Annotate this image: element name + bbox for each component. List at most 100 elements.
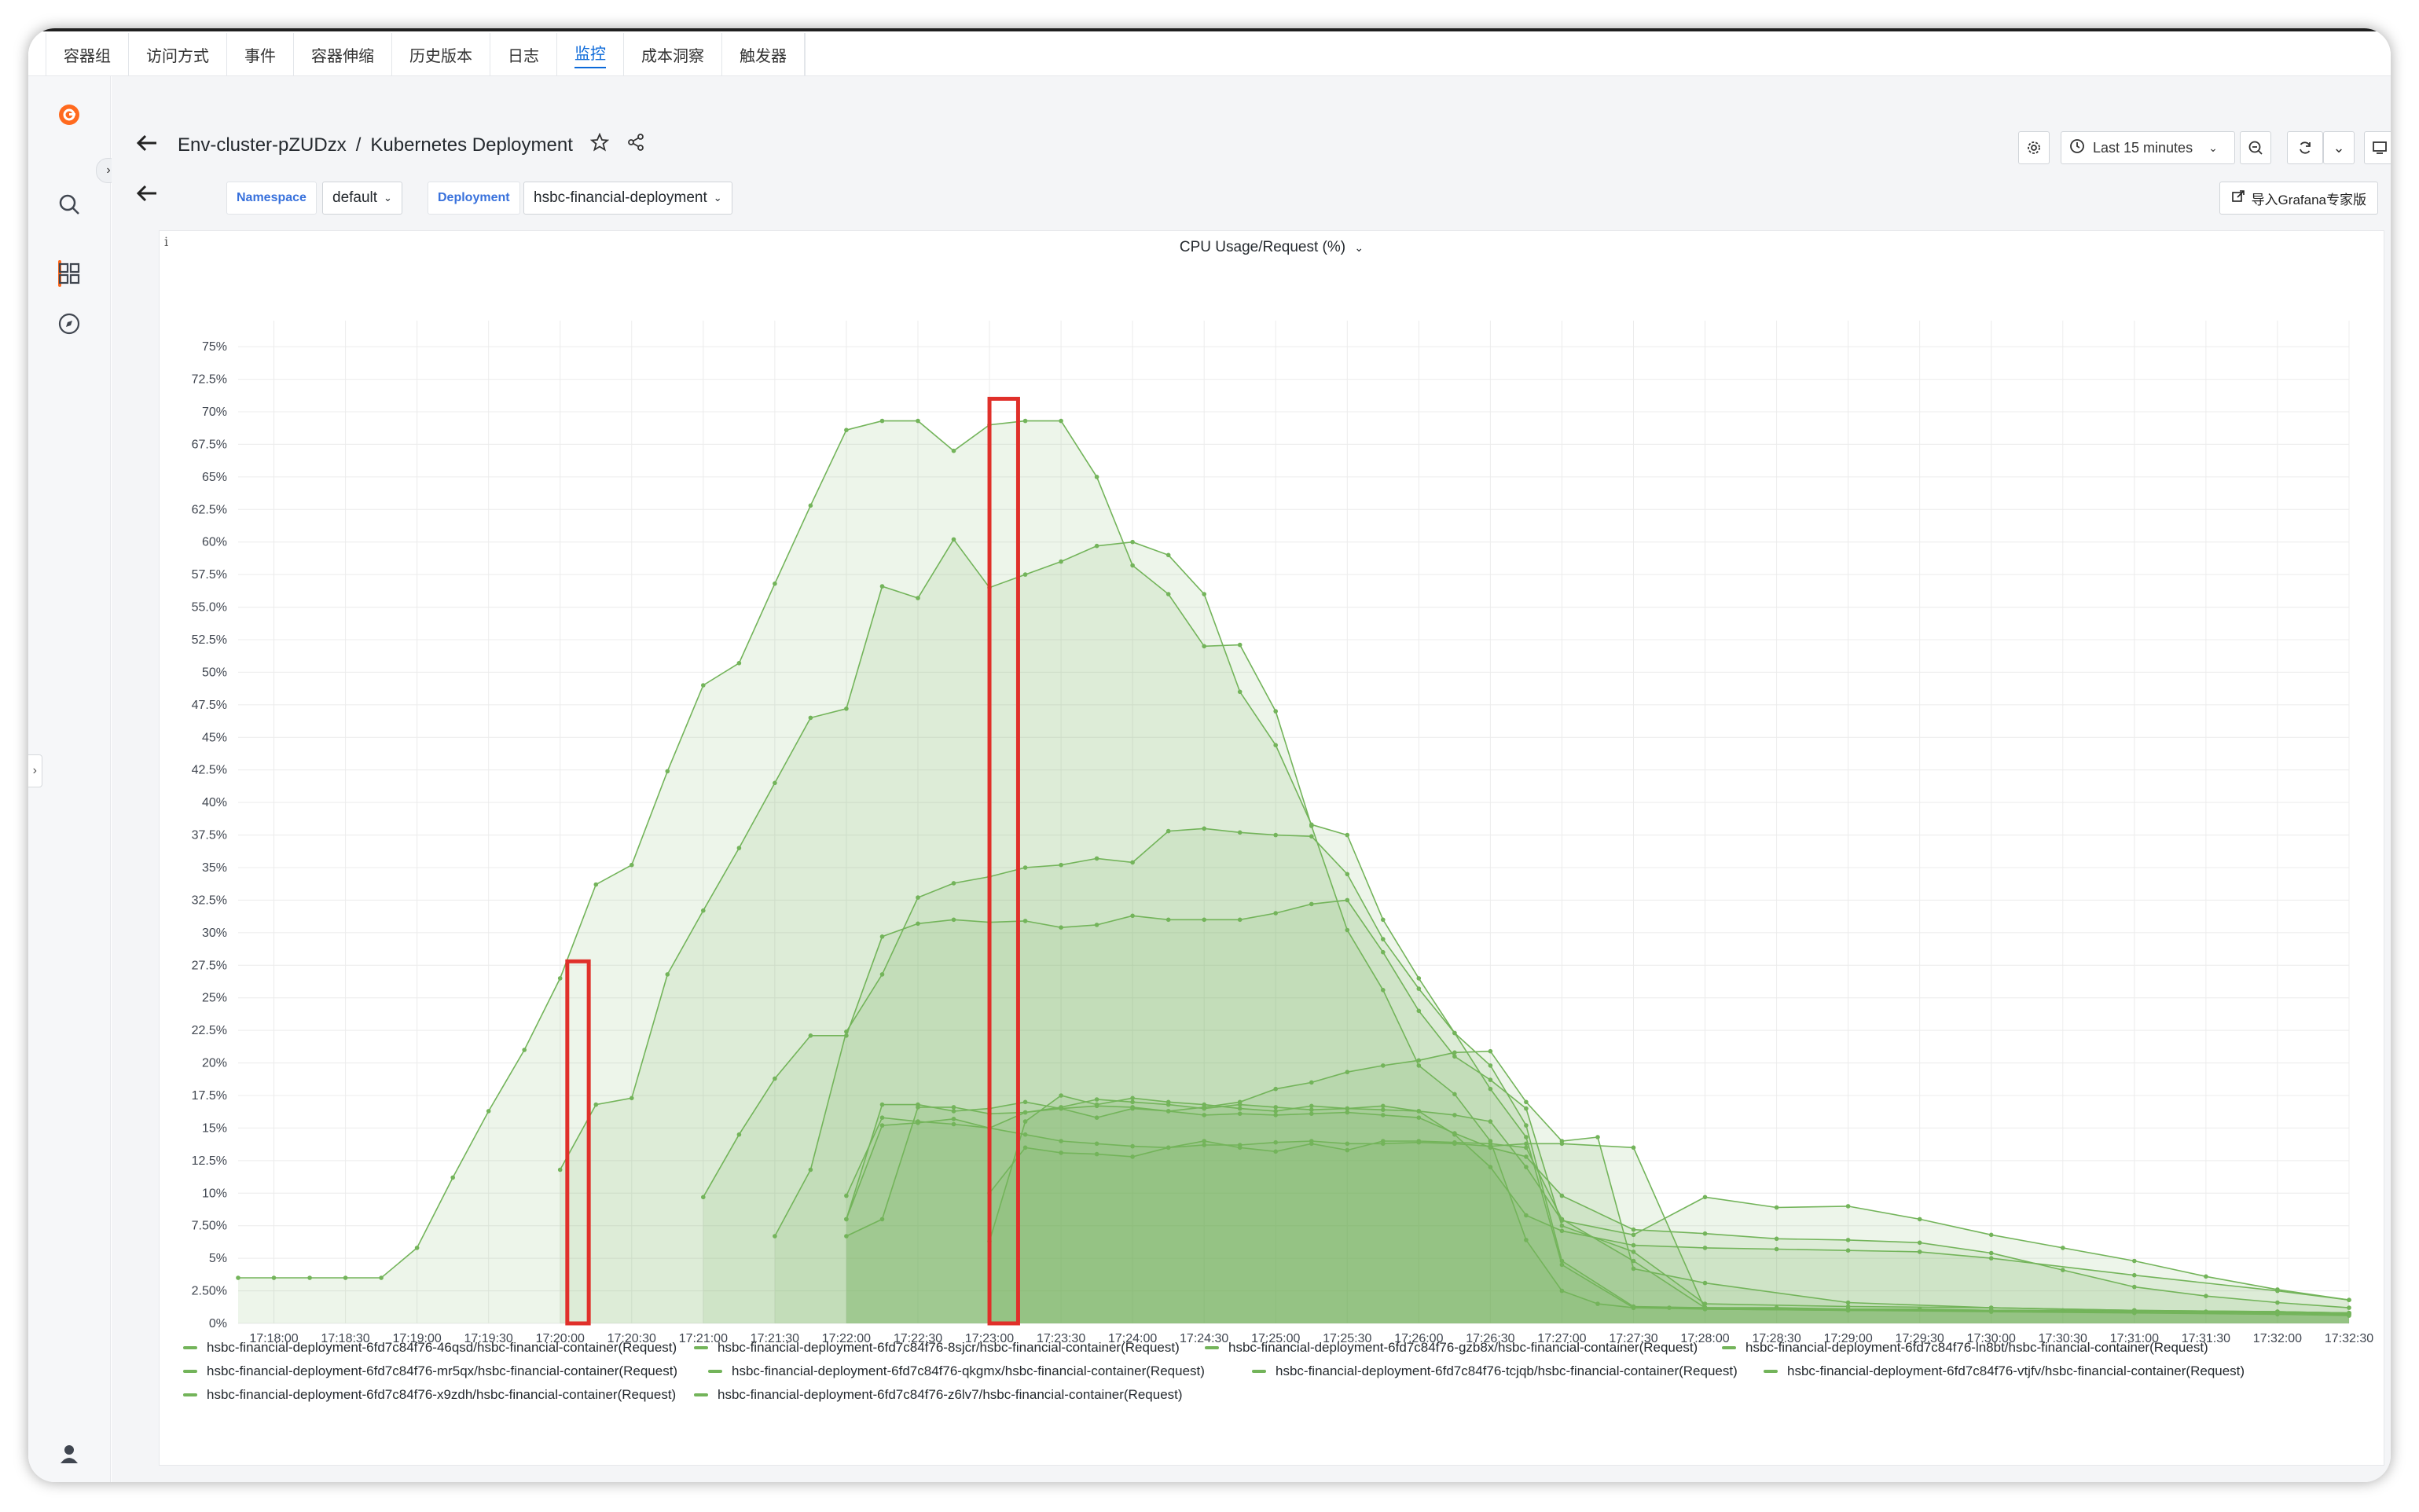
legend-item[interactable]: hsbc-financial-deployment-6fd7c84f76-tcj… [1276, 1363, 1738, 1378]
data-point [2347, 1312, 2351, 1317]
area-chart[interactable]: 0% 2.50% 5% 7.50% 10% 12.5% 15% 17.5% 20% 22.5% 25… [160, 231, 2384, 1465]
y-tick-label: 57.5% [192, 568, 227, 582]
legend-swatch [694, 1393, 708, 1396]
data-point [630, 1095, 634, 1101]
y-tick-label: 72.5% [192, 373, 227, 387]
refresh-interval-chevron-icon[interactable]: ⌄ [2323, 131, 2355, 164]
data-point [593, 1102, 599, 1107]
back-arrow-secondary-icon[interactable] [135, 182, 159, 211]
import-grafana-button[interactable]: 导入Grafana专家版 [2219, 182, 2378, 215]
tv-mode-icon[interactable] [2364, 131, 2391, 164]
legend-swatch [1205, 1346, 1219, 1349]
tab-6[interactable]: 监控 [557, 33, 624, 75]
legend-swatch [183, 1393, 197, 1396]
star-icon[interactable] [589, 132, 610, 157]
data-point [1702, 1280, 1708, 1286]
data-point [1059, 559, 1063, 564]
share-icon[interactable] [626, 133, 645, 157]
data-point [1237, 1111, 1243, 1116]
tab-0[interactable]: 容器组 [46, 33, 129, 75]
time-range-picker[interactable]: Last 15 minutes ⌄ [2061, 131, 2235, 164]
data-point [1416, 1115, 1422, 1120]
chevron-down-icon: ⌄ [2208, 141, 2218, 154]
deployment-select[interactable]: hsbc-financial-deployment ⌄ [523, 182, 732, 215]
legend-item[interactable]: hsbc-financial-deployment-6fd7c84f76-gzb… [1228, 1340, 1698, 1355]
data-point [1094, 543, 1099, 549]
tab-2[interactable]: 事件 [227, 33, 294, 75]
tab-3[interactable]: 容器伸缩 [294, 33, 392, 75]
tab-8[interactable]: 触发器 [722, 33, 805, 75]
data-point [1845, 1248, 1851, 1253]
data-point [844, 1029, 849, 1034]
legend-item[interactable]: hsbc-financial-deployment-6fd7c84f76-x9z… [207, 1387, 676, 1402]
tab-label: 容器伸缩 [311, 47, 374, 65]
legend-item[interactable]: hsbc-financial-deployment-6fd7c84f76-ln8… [1745, 1340, 2208, 1355]
tab-label: 监控 [574, 41, 606, 68]
data-point [1345, 1070, 1350, 1074]
data-point [1022, 1145, 1028, 1151]
search-icon[interactable] [56, 191, 83, 218]
data-point [1845, 1300, 1851, 1305]
zoom-out-icon[interactable] [2240, 131, 2271, 164]
data-point [665, 769, 670, 774]
data-point [1165, 1109, 1171, 1114]
y-tick-label: 45% [202, 731, 227, 744]
tab-7[interactable]: 成本洞察 [624, 33, 722, 75]
data-point [736, 1132, 742, 1137]
data-point [1845, 1307, 1851, 1312]
settings-gear-icon[interactable] [2018, 131, 2050, 164]
data-point [1202, 1113, 1206, 1117]
breadcrumb-folder[interactable]: Env-cluster-pZUDzx [178, 134, 347, 156]
tab-1[interactable]: 访问方式 [129, 33, 227, 75]
data-point [2347, 1297, 2351, 1302]
data-point [879, 1123, 885, 1128]
data-point [916, 596, 920, 600]
data-point [1488, 1063, 1493, 1068]
tab-4[interactable]: 历史版本 [392, 33, 490, 75]
y-tick-label: 47.5% [192, 699, 227, 712]
data-point [701, 683, 706, 688]
data-point [736, 661, 742, 666]
data-point [1631, 1145, 1636, 1151]
refresh-icon[interactable] [2287, 131, 2323, 164]
data-point [1559, 1262, 1565, 1268]
data-point [1022, 1099, 1028, 1105]
legend-item[interactable]: hsbc-financial-deployment-6fd7c84f76-mr5… [207, 1363, 677, 1378]
left-collapse-handle-icon[interactable]: › [28, 754, 42, 787]
data-point [1237, 917, 1243, 923]
data-point [1631, 1305, 1636, 1310]
data-point [1202, 1143, 1206, 1147]
grafana-logo-icon[interactable] [56, 101, 83, 128]
data-point [1917, 1250, 1922, 1254]
data-point [1631, 1242, 1636, 1248]
y-tick-label: 27.5% [192, 959, 227, 972]
legend-item[interactable]: hsbc-financial-deployment-6fd7c84f76-qkg… [732, 1363, 1205, 1378]
legend-item[interactable]: hsbc-financial-deployment-6fd7c84f76-46q… [207, 1340, 677, 1355]
data-point [1559, 1139, 1565, 1143]
data-point [1130, 913, 1135, 919]
data-point [1022, 1110, 1028, 1115]
legend-item[interactable]: hsbc-financial-deployment-6fd7c84f76-vtj… [1787, 1363, 2245, 1378]
back-arrow-icon[interactable] [135, 131, 159, 161]
explore-compass-icon[interactable] [56, 310, 83, 337]
data-point [736, 846, 742, 850]
y-tick-label: 37.5% [192, 829, 227, 842]
data-point [1130, 563, 1135, 568]
data-point [844, 428, 849, 432]
data-point [951, 448, 956, 453]
data-point [916, 1121, 920, 1125]
app-window: 容器组 访问方式 事件 容器伸缩 历史版本 日志 监控 成本洞察 触发器 › › Env-clu… [28, 28, 2391, 1482]
legend-item[interactable]: hsbc-financial-deployment-6fd7c84f76-z6l… [718, 1387, 1183, 1402]
data-point [2275, 1288, 2280, 1294]
data-point [844, 1193, 849, 1198]
data-point [2061, 1268, 2065, 1272]
user-avatar-icon[interactable] [56, 1440, 83, 1467]
legend-item[interactable]: hsbc-financial-deployment-6fd7c84f76-8sj… [718, 1340, 1180, 1355]
namespace-select[interactable]: default ⌄ [322, 182, 402, 215]
data-point [916, 1102, 920, 1107]
dashboards-icon[interactable] [56, 260, 83, 287]
dashboard-title[interactable]: Kubernetes Deployment [370, 134, 572, 156]
tab-5[interactable]: 日志 [490, 33, 557, 75]
data-point [1345, 1106, 1350, 1111]
data-point [1416, 1008, 1422, 1014]
